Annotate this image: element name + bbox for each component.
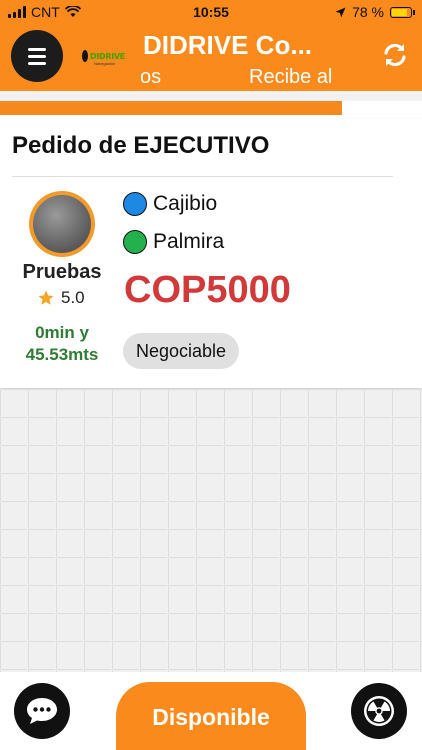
eta-meters: 45.53mts — [25, 345, 99, 364]
menu-icon-bar — [28, 47, 46, 51]
location-arrow-icon — [335, 7, 346, 17]
avatar-image — [33, 195, 91, 253]
driver-name: Pruebas — [22, 261, 102, 283]
top-bar: CNT 10:55 78 % DIDRIVE Navegación DIDRIV… — [0, 0, 422, 91]
divider — [12, 176, 393, 177]
origin-name: Cajibio — [153, 192, 218, 215]
panic-button[interactable] — [351, 683, 407, 739]
status-right: 78 % — [335, 4, 415, 20]
chat-icon — [27, 698, 57, 724]
marquee-part-2: Recibe al — [249, 66, 333, 88]
screen: CNT 10:55 78 % DIDRIVE Navegación DIDRIV… — [0, 0, 422, 750]
available-label: Disponible — [152, 704, 270, 730]
destination-name: Palmira — [153, 230, 225, 253]
logo-subtext: Navegación — [94, 61, 116, 66]
eta-time: 0min y — [35, 323, 89, 342]
page-title: DIDRIVE Co... — [143, 30, 313, 60]
destination-location: Palmira — [123, 230, 224, 254]
negotiable-badge: Negociable — [123, 333, 240, 369]
refresh-icon — [384, 43, 406, 67]
background-pattern — [0, 390, 422, 672]
order-title: Pedido de EJECUTIVO — [12, 132, 270, 159]
progress-fill — [0, 101, 342, 115]
driver-rating: 5.0 — [37, 288, 85, 308]
eta-distance: 0min y 45.53mts — [8, 322, 116, 366]
star-icon — [38, 290, 54, 305]
status-bar: CNT 10:55 78 % — [0, 0, 422, 24]
battery-percent: 78 % — [352, 4, 384, 20]
refresh-button[interactable] — [380, 40, 410, 70]
menu-button[interactable] — [11, 30, 63, 82]
marquee-text: os Recibe al — [140, 66, 375, 90]
menu-icon-bar — [28, 54, 46, 58]
chat-button[interactable] — [14, 683, 70, 739]
destination-dot-icon — [123, 230, 147, 254]
progress-bar — [0, 101, 422, 119]
origin-dot-icon — [123, 192, 147, 216]
logo-text: DIDRIVE — [90, 51, 125, 61]
origin-location: Cajibio — [123, 192, 217, 216]
menu-icon-bar — [28, 61, 46, 65]
logo-mark-icon — [82, 50, 88, 62]
rating-value: 5.0 — [61, 288, 85, 307]
price-label: COP5000 — [124, 269, 291, 311]
available-button[interactable]: Disponible — [116, 682, 306, 750]
avatar — [29, 191, 95, 257]
marquee-part-1: os — [140, 66, 162, 88]
battery-icon — [390, 6, 415, 18]
radiation-icon — [364, 696, 394, 726]
order-card[interactable]: Pedido de EJECUTIVO Pruebas 5.0 0min y 4… — [0, 119, 422, 388]
